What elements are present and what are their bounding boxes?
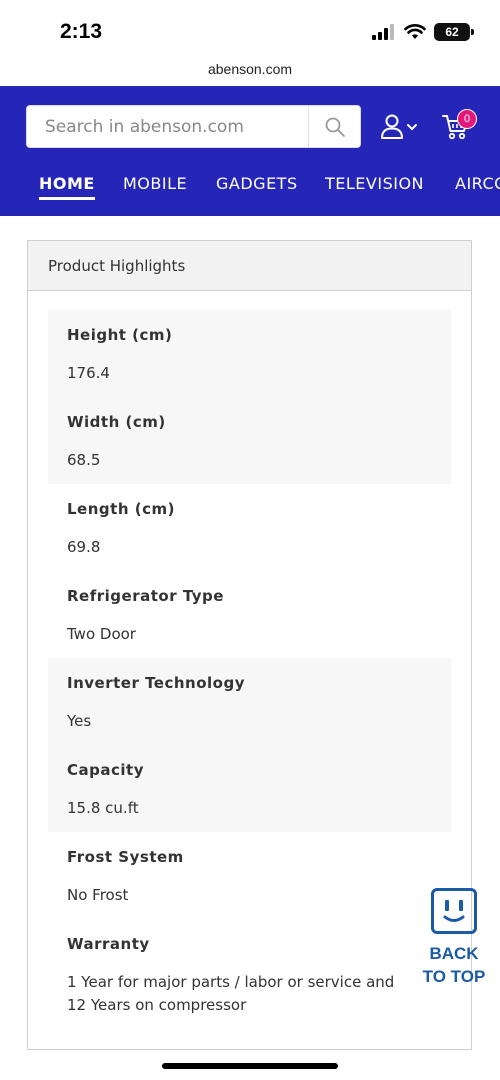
user-icon <box>381 114 403 139</box>
chevron-down-icon <box>407 124 417 131</box>
spec-width: Width (cm) 68.5 <box>67 413 166 472</box>
back-to-top-line-2: TO TOP <box>422 967 486 986</box>
nav-item-aircon[interactable]: AIRCO <box>455 174 500 193</box>
spec-label: Length (cm) <box>67 500 175 518</box>
back-to-top-line-1: BACK <box>429 944 479 963</box>
search-button[interactable] <box>308 106 360 147</box>
spec-label: Warranty <box>67 935 150 953</box>
site-header: 0 HOME MOBILE GADGETS TELEVISION AIRCO <box>0 86 500 216</box>
nav-item-gadgets[interactable]: GADGETS <box>216 174 298 193</box>
spec-value: 69.8 <box>67 538 101 556</box>
spec-value: No Frost <box>67 886 129 904</box>
spec-value: 68.5 <box>67 451 101 469</box>
search-input[interactable] <box>27 106 308 147</box>
status-icons: 62 <box>372 23 474 41</box>
product-highlights-card: Product Highlights Height (cm) 176.4 Wid… <box>27 240 472 1050</box>
nav-item-mobile[interactable]: MOBILE <box>123 174 187 193</box>
back-to-top-button[interactable]: BACK TO TOP <box>418 888 490 988</box>
back-to-top-label: BACK TO TOP <box>418 942 490 988</box>
search-box <box>26 105 361 148</box>
product-highlights-title: Product Highlights <box>28 241 471 291</box>
warranty-line-1: 1 Year for major parts / labor or servic… <box>67 973 395 991</box>
spec-label: Capacity <box>67 761 144 779</box>
wifi-icon <box>404 24 426 39</box>
spec-value: 176.4 <box>67 364 110 382</box>
spec-value: 1 Year for major parts / labor or servic… <box>67 971 457 1017</box>
warranty-line-2: 12 Years on compressor <box>67 996 247 1014</box>
signal-icon <box>372 24 394 40</box>
spec-refrigerator-type: Refrigerator Type Two Door <box>67 587 224 646</box>
nav-item-home[interactable]: HOME <box>39 174 95 200</box>
spec-label: Width (cm) <box>67 413 166 431</box>
spec-value: Two Door <box>67 625 136 643</box>
spec-capacity: Capacity 15.8 cu.ft <box>67 761 144 820</box>
account-button[interactable] <box>380 114 418 140</box>
plug-face-icon <box>431 888 477 934</box>
spec-label: Frost System <box>67 848 184 866</box>
spec-frost-system: Frost System No Frost <box>67 848 184 907</box>
status-time: 2:13 <box>60 20 103 43</box>
spec-length: Length (cm) 69.8 <box>67 500 175 559</box>
spec-warranty: Warranty 1 Year for major parts / labor … <box>67 935 457 1017</box>
search-icon <box>325 117 345 137</box>
nav-item-television[interactable]: TELEVISION <box>325 174 424 193</box>
category-nav: HOME MOBILE GADGETS TELEVISION AIRCO <box>0 174 500 204</box>
spec-value: 15.8 cu.ft <box>67 799 139 817</box>
battery-icon: 62 <box>434 23 474 41</box>
cart-count-badge: 0 <box>457 109 477 129</box>
url-bar[interactable]: abenson.com <box>0 56 500 86</box>
status-bar: 2:13 62 <box>0 0 500 56</box>
spec-value: Yes <box>67 712 92 730</box>
spec-label: Height (cm) <box>67 326 173 344</box>
spec-height: Height (cm) 176.4 <box>67 326 172 385</box>
spec-label: Inverter Technology <box>67 674 246 692</box>
spec-inverter-technology: Inverter Technology Yes <box>67 674 245 733</box>
spec-label: Refrigerator Type <box>67 587 224 605</box>
home-indicator[interactable] <box>162 1063 338 1069</box>
